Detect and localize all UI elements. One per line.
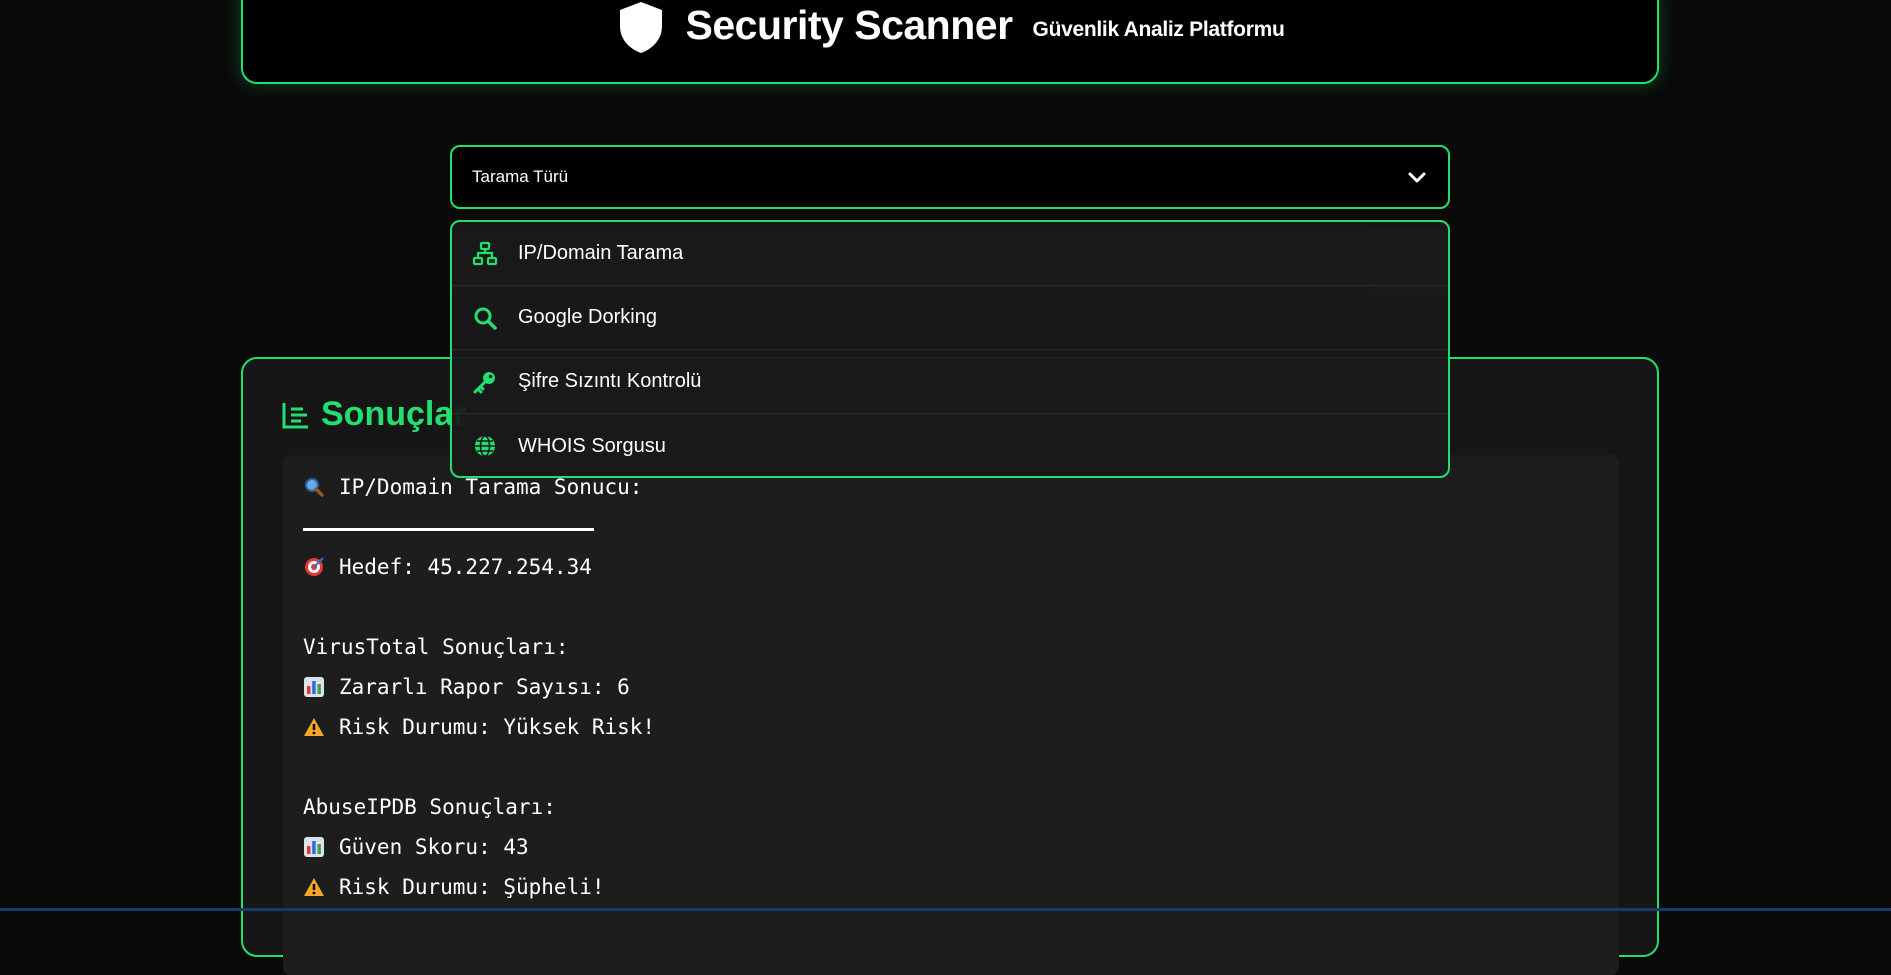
- result-divider: [303, 528, 594, 531]
- result-heading: IP/Domain Tarama Sonucu:: [339, 475, 643, 499]
- scan-type-select-value: Tarama Türü: [472, 167, 569, 186]
- search-icon: [474, 307, 497, 330]
- dropdown-item-label: Google Dorking: [518, 306, 657, 328]
- scan-type-dropdown: IP/Domain Tarama Google Dorking Şifre Sı…: [450, 220, 1450, 478]
- dropdown-item-label: IP/Domain Tarama: [518, 242, 684, 264]
- globe-icon: [475, 435, 495, 457]
- warning-icon: [304, 878, 324, 896]
- bar-chart-emoji-icon: [304, 677, 324, 697]
- result-target: Hedef: 45.227.254.34: [339, 555, 592, 579]
- dropdown-item-password-leak[interactable]: Şifre Sızıntı Kontrolü: [452, 350, 1448, 414]
- bar-chart-emoji-icon: [304, 837, 324, 857]
- result-heading-line: IP/Domain Tarama Sonucu:: [303, 475, 642, 499]
- result-vt-reports-line: Zararlı Rapor Sayısı: 6: [303, 675, 630, 699]
- result-vt-risk-line: Risk Durumu: Yüksek Risk!: [303, 715, 655, 739]
- result-target-line: Hedef: 45.227.254.34: [303, 555, 592, 579]
- result-vt-header-line: VirusTotal Sonuçları:: [303, 635, 569, 659]
- result-abuse-header-line: AbuseIPDB Sonuçları:: [303, 795, 556, 819]
- result-abuse-score-line: Güven Skoru: 43: [303, 835, 529, 859]
- dropdown-item-label: WHOIS Sorgusu: [518, 434, 666, 457]
- header-content: Security Scanner Güvenlik Analiz Platfor…: [243, 0, 1657, 54]
- result-vt-risk: Risk Durumu: Yüksek Risk!: [339, 715, 656, 739]
- chevron-down-icon: [1408, 172, 1426, 183]
- dropdown-item-label: Şifre Sızıntı Kontrolü: [518, 370, 702, 392]
- key-icon: [473, 371, 495, 393]
- result-abuse-header: AbuseIPDB Sonuçları:: [303, 795, 556, 819]
- scan-type-select[interactable]: Tarama Türü: [450, 145, 1450, 209]
- result-abuse-risk: Risk Durumu: Şüpheli!: [339, 875, 605, 899]
- warning-icon: [304, 718, 324, 736]
- magnifier-emoji-icon: [305, 478, 324, 497]
- dropdown-item-ip-domain[interactable]: IP/Domain Tarama: [452, 222, 1448, 286]
- shield-icon: [619, 2, 662, 53]
- result-abuse-score: Güven Skoru: 43: [339, 835, 529, 859]
- dropdown-item-whois[interactable]: WHOIS Sorgusu: [452, 414, 1448, 476]
- result-vt-reports: Zararlı Rapor Sayısı: 6: [339, 675, 630, 699]
- dropdown-item-google-dorking[interactable]: Google Dorking: [452, 286, 1448, 350]
- list-icon: [282, 402, 308, 428]
- app-subtitle: Güvenlik Analiz Platformu: [1032, 18, 1285, 41]
- network-icon: [472, 241, 498, 265]
- result-vt-header: VirusTotal Sonuçları:: [303, 635, 569, 659]
- app-header: Security Scanner Güvenlik Analiz Platfor…: [241, 0, 1659, 84]
- result-abuse-risk-line: Risk Durumu: Şüpheli!: [303, 875, 605, 899]
- results-output: IP/Domain Tarama Sonucu: Hedef: 45.227.2…: [283, 455, 1619, 975]
- results-title: Sonuçlar: [281, 395, 466, 434]
- target-emoji-icon: [305, 557, 324, 576]
- app-title: Security Scanner: [685, 1, 1014, 48]
- results-title-text: Sonuçlar: [321, 395, 467, 433]
